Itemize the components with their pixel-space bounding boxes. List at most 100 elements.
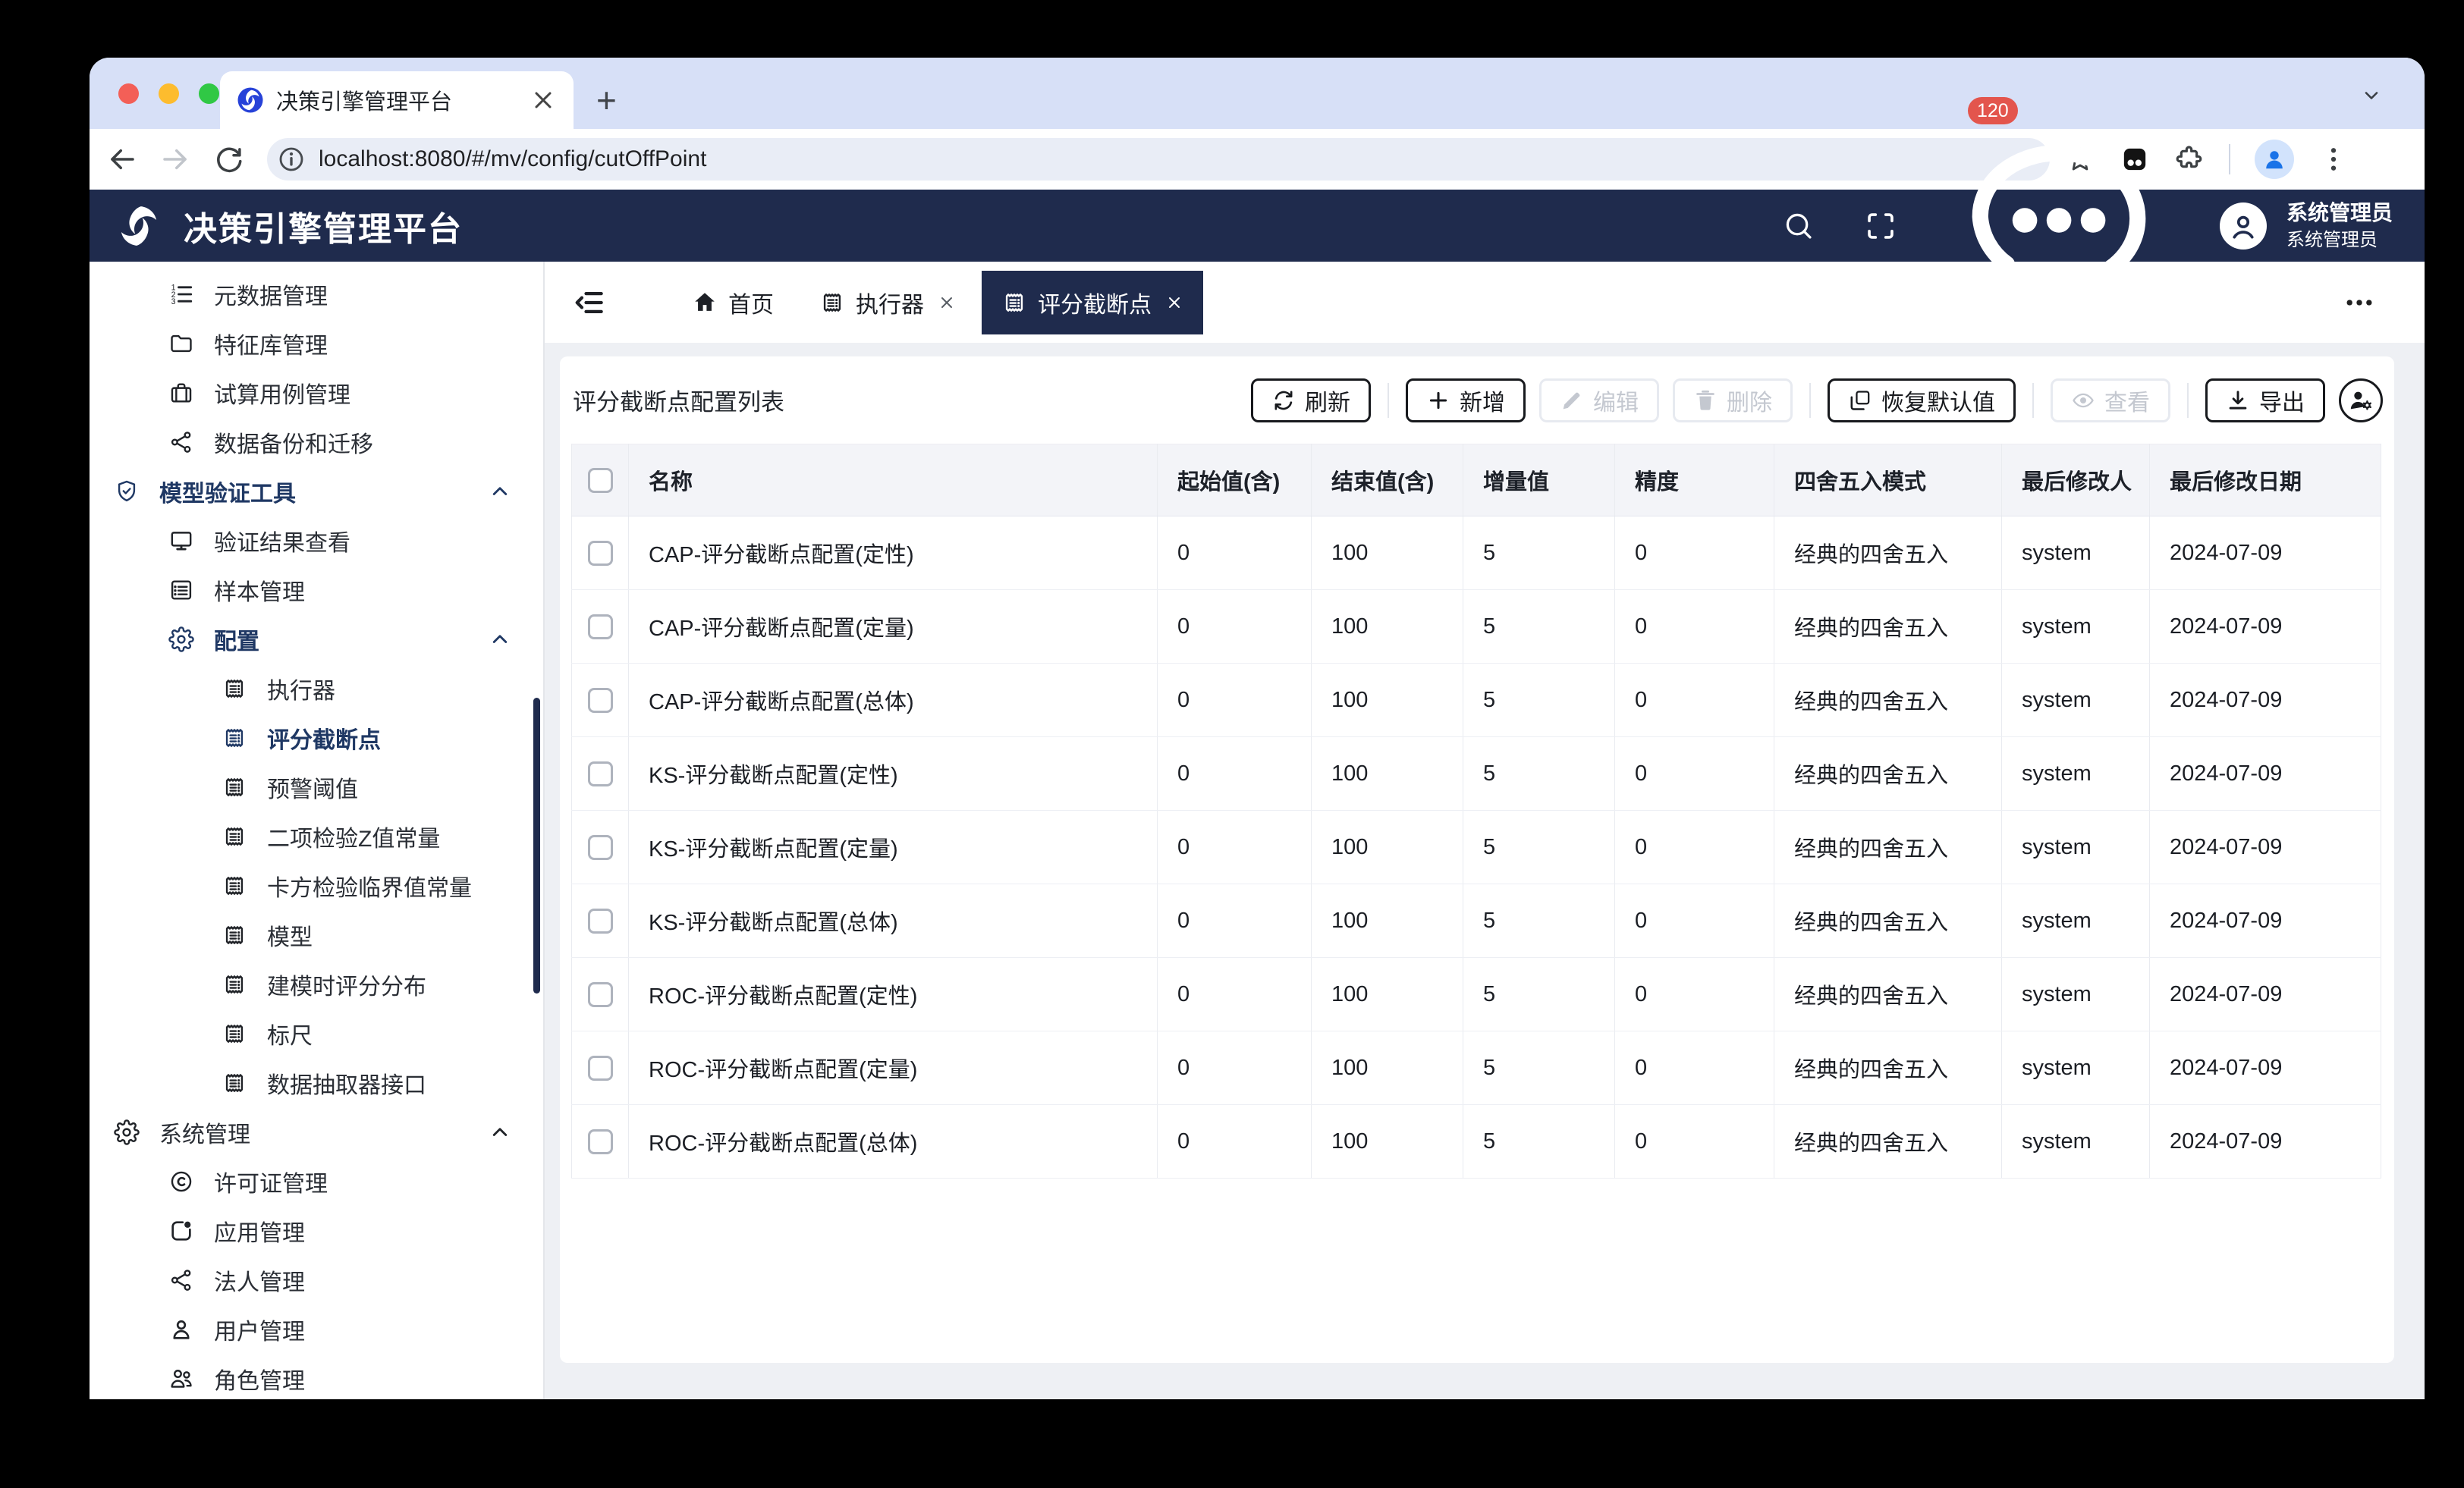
table-cell: system	[2002, 664, 2150, 737]
sidebar-item-配置[interactable]: 配置	[90, 614, 543, 664]
row-checkbox[interactable]	[588, 761, 613, 786]
minimize-window-button[interactable]	[159, 83, 179, 104]
chevron-up-icon	[487, 626, 513, 652]
toolbar-separator	[1388, 383, 1389, 418]
receipt-icon	[819, 290, 845, 315]
查看-button[interactable]: 查看	[2051, 378, 2170, 422]
导出-button[interactable]: 导出	[2205, 378, 2325, 422]
row-checkbox[interactable]	[588, 1129, 613, 1154]
search-icon[interactable]	[1781, 209, 1816, 243]
browser-tab[interactable]: 决策引擎管理平台	[220, 71, 574, 129]
table-header-row: 名称起始值(含)结束值(含)增量值精度四舍五入模式最后修改人最后修改日期	[572, 444, 2381, 516]
user-gear-icon	[2347, 387, 2374, 414]
button-label: 刷新	[1305, 384, 1350, 417]
tab-options-ellipsis-icon[interactable]	[2343, 286, 2376, 319]
sidebar-item-用户管理[interactable]: 用户管理	[90, 1304, 543, 1354]
sidebar-item-标尺[interactable]: 标尺	[90, 1009, 543, 1058]
fullscreen-icon[interactable]	[1863, 209, 1898, 243]
sidebar-scrollbar-thumb[interactable]	[533, 698, 540, 994]
table-cell: 100	[1312, 590, 1463, 664]
reload-icon[interactable]	[212, 143, 244, 175]
sidebar-item-label: 卡方检验临界值常量	[267, 869, 472, 903]
恢复默认值-button[interactable]: 恢复默认值	[1828, 378, 2016, 422]
close-tab-icon[interactable]	[530, 86, 557, 114]
user-settings-button[interactable]	[2339, 378, 2383, 422]
table-cell: 0	[1615, 737, 1774, 811]
site-info-icon[interactable]	[276, 144, 306, 174]
user-role: 系统管理员	[2286, 230, 2393, 251]
sidebar-item-建模时评分分布[interactable]: 建模时评分分布	[90, 959, 543, 1009]
zoom-window-button[interactable]	[199, 83, 219, 104]
新增-button[interactable]: 新增	[1406, 378, 1526, 422]
close-tab-icon[interactable]	[938, 294, 956, 312]
sidebar-item-角色管理[interactable]: 角色管理	[90, 1354, 543, 1399]
删除-button[interactable]: 删除	[1673, 378, 1793, 422]
sidebar-item-元数据管理[interactable]: 123元数据管理	[90, 269, 543, 319]
close-window-button[interactable]	[118, 83, 139, 104]
sidebar-item-预警阈值[interactable]: 预警阈值	[90, 762, 543, 811]
table-cell: 经典的四舍五入	[1774, 1105, 2002, 1179]
receipt-icon	[222, 1021, 247, 1047]
restore-icon	[1848, 388, 1872, 413]
collapse-sidebar-icon[interactable]	[574, 286, 607, 319]
sidebar-item-许可证管理[interactable]: 许可证管理	[90, 1157, 543, 1206]
sidebar-item-数据抽取器接口[interactable]: 数据抽取器接口	[90, 1058, 543, 1107]
user-avatar[interactable]	[2220, 202, 2267, 250]
table-cell: 0	[1158, 958, 1312, 1031]
receipt-icon	[222, 725, 247, 751]
row-checkbox[interactable]	[588, 541, 613, 566]
sidebar-item-label: 模型	[267, 918, 313, 952]
back-icon[interactable]	[106, 143, 138, 175]
copyright-icon	[168, 1169, 194, 1194]
row-checkbox[interactable]	[588, 909, 613, 934]
sidebar-item-评分截断点[interactable]: 评分截断点	[90, 713, 543, 762]
workspace-tab-首页[interactable]: 首页	[672, 262, 794, 343]
tab-label: 首页	[728, 286, 774, 319]
table-cell: 0	[1615, 1105, 1774, 1179]
table-cell: 经典的四舍五入	[1774, 737, 2002, 811]
sidebar-item-应用管理[interactable]: 应用管理	[90, 1206, 543, 1255]
刷新-button[interactable]: 刷新	[1251, 378, 1371, 422]
row-checkbox[interactable]	[588, 835, 613, 860]
briefcase-icon	[168, 380, 194, 406]
row-checkbox[interactable]	[588, 688, 613, 713]
编辑-button[interactable]: 编辑	[1539, 378, 1659, 422]
table-cell: 经典的四舍五入	[1774, 516, 2002, 590]
row-checkbox[interactable]	[588, 1056, 613, 1081]
sidebar-item-系统管理[interactable]: 系统管理	[90, 1107, 543, 1157]
sidebar-item-样本管理[interactable]: 样本管理	[90, 565, 543, 614]
row-checkbox[interactable]	[588, 614, 613, 639]
receipt-icon	[222, 774, 247, 800]
workspace-tab-评分截断点[interactable]: 评分截断点	[982, 271, 1203, 334]
close-tab-icon[interactable]	[1165, 294, 1183, 312]
sidebar-item-二项检验Z值常量[interactable]: 二项检验Z值常量	[90, 811, 543, 861]
user-icon	[168, 1317, 194, 1342]
row-checkbox-cell	[572, 1105, 629, 1179]
workspace-tab-执行器[interactable]: 执行器	[800, 262, 976, 343]
sidebar-item-法人管理[interactable]: 法人管理	[90, 1255, 543, 1304]
table-cell: 5	[1463, 1105, 1615, 1179]
sidebar-item-模型验证工具[interactable]: 模型验证工具	[90, 466, 543, 516]
table-cell: 100	[1312, 1031, 1463, 1105]
url-text: localhost:8080/#/mv/config/cutOffPoint	[319, 146, 706, 172]
forward-icon[interactable]	[159, 143, 191, 175]
user-name: 系统管理员	[2286, 201, 2393, 225]
chevron-up-icon	[487, 479, 513, 504]
sidebar-item-特征库管理[interactable]: 特征库管理	[90, 319, 543, 368]
sidebar-item-卡方检验临界值常量[interactable]: 卡方检验临界值常量	[90, 861, 543, 910]
table-cell: system	[2002, 1031, 2150, 1105]
select-all-checkbox[interactable]	[588, 468, 613, 493]
tab-list-chevron-icon[interactable]	[2361, 85, 2382, 106]
action-toolbar: 刷新 新增编辑删除恢复默认值查看导出	[1251, 378, 2383, 422]
row-checkbox[interactable]	[588, 982, 613, 1007]
table-cell: 100	[1312, 884, 1463, 958]
table-cell: ROC-评分截断点配置(总体)	[629, 1105, 1158, 1179]
new-tab-button[interactable]: +	[596, 77, 617, 123]
sidebar-item-执行器[interactable]: 执行器	[90, 664, 543, 713]
sidebar-item-数据备份和迁移[interactable]: 数据备份和迁移	[90, 417, 543, 466]
sidebar-item-label: 数据备份和迁移	[214, 425, 373, 459]
receipt-icon	[222, 972, 247, 997]
sidebar-item-试算用例管理[interactable]: 试算用例管理	[90, 368, 543, 417]
sidebar-item-模型[interactable]: 模型	[90, 910, 543, 959]
sidebar-item-验证结果查看[interactable]: 验证结果查看	[90, 516, 543, 565]
